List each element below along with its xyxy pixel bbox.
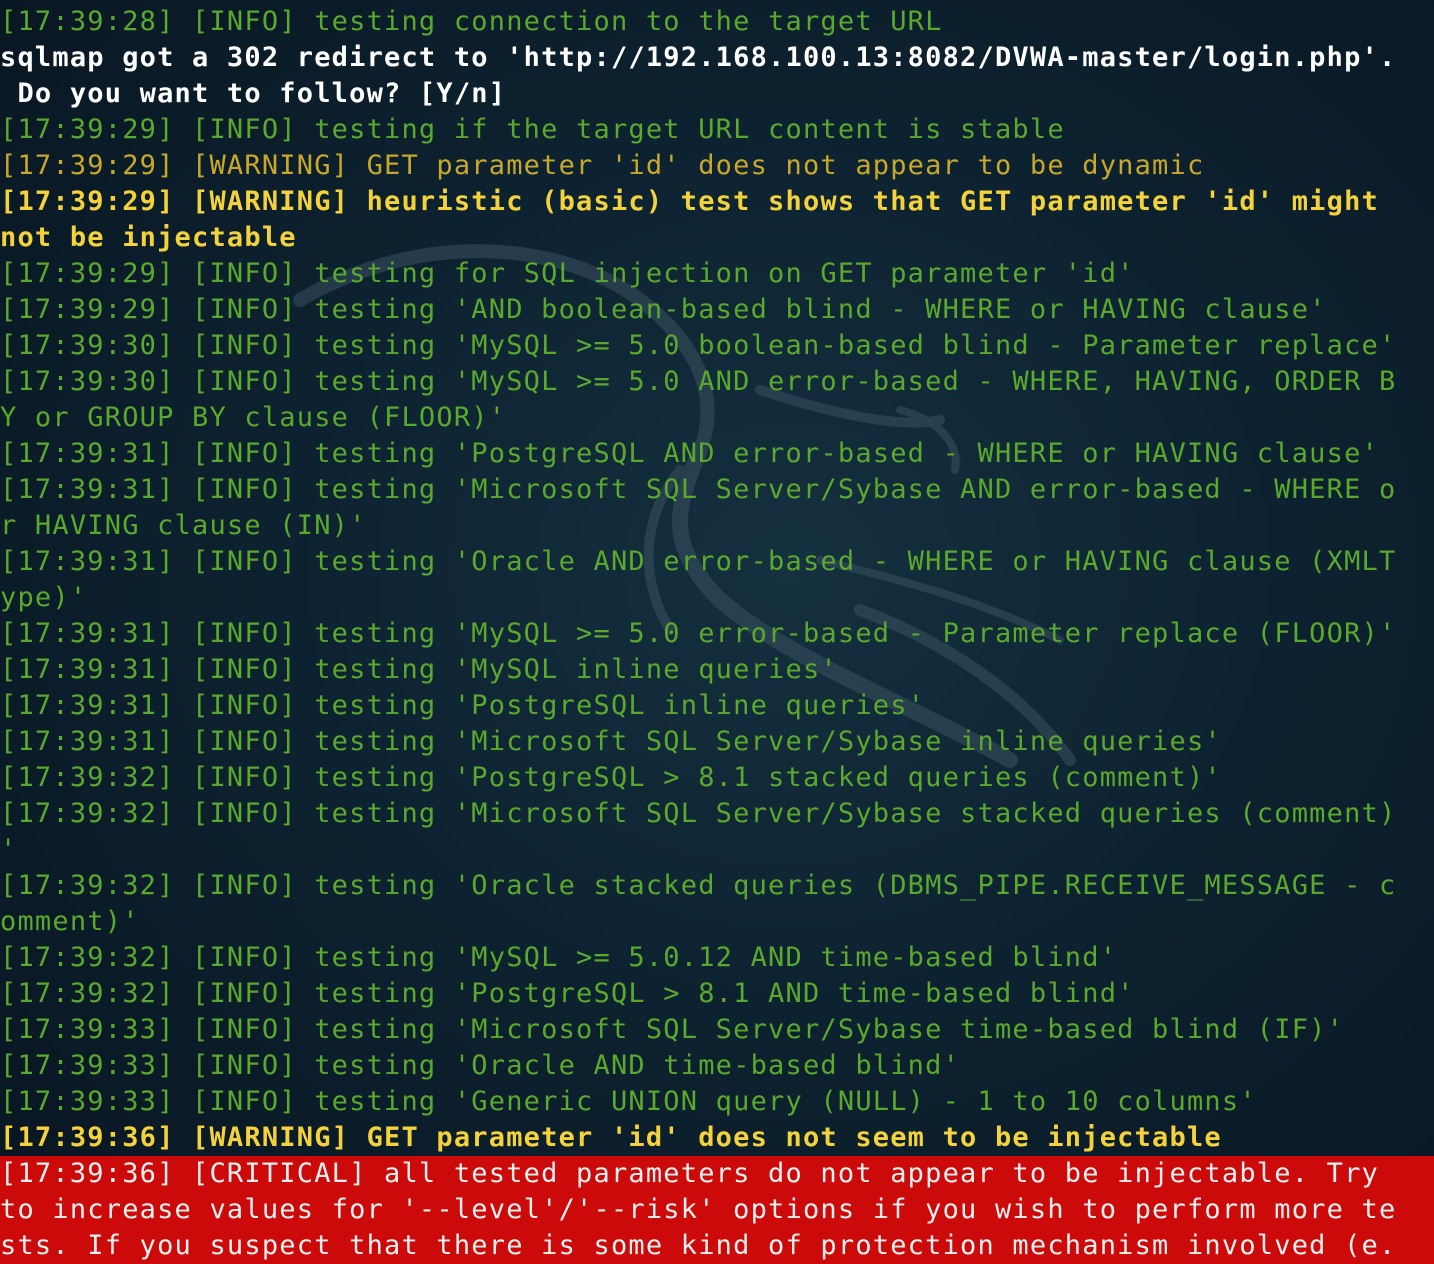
prompt-line: sqlmap got a 302 redirect to 'http://192… bbox=[0, 42, 1397, 73]
warning-log-line: [17:39:29] [WARNING] GET parameter 'id' … bbox=[0, 150, 1205, 181]
info-log-line: [17:39:33] [INFO] testing 'Oracle AND ti… bbox=[0, 1050, 961, 1081]
critical-log-line: [17:39:36] [CRITICAL] all tested paramet… bbox=[0, 1156, 1434, 1192]
info-log-line: ype)' bbox=[0, 582, 88, 613]
warning-log-line: [17:39:36] [WARNING] GET parameter 'id' … bbox=[0, 1122, 1222, 1153]
critical-log-line: to increase values for '--level'/'--risk… bbox=[0, 1192, 1434, 1228]
info-log-line: [17:39:31] [INFO] testing 'Microsoft SQL… bbox=[0, 726, 1222, 757]
info-log-line: [17:39:31] [INFO] testing 'PostgreSQL AN… bbox=[0, 438, 1379, 469]
terminal-window[interactable]: [17:39:28] [INFO] testing connection to … bbox=[0, 0, 1434, 1264]
terminal-output: [17:39:28] [INFO] testing connection to … bbox=[0, 4, 1434, 1264]
info-log-line: [17:39:32] [INFO] testing 'MySQL >= 5.0.… bbox=[0, 942, 1118, 973]
info-log-line: [17:39:31] [INFO] testing 'MySQL >= 5.0 … bbox=[0, 618, 1397, 649]
info-log-line: omment)' bbox=[0, 906, 140, 937]
info-log-line: [17:39:29] [INFO] testing if the target … bbox=[0, 114, 1065, 145]
info-log-line: [17:39:30] [INFO] testing 'MySQL >= 5.0 … bbox=[0, 330, 1397, 361]
info-log-line: Y or GROUP BY clause (FLOOR)' bbox=[0, 402, 507, 433]
info-log-line: r HAVING clause (IN)' bbox=[0, 510, 367, 541]
info-log-line: [17:39:32] [INFO] testing 'Microsoft SQL… bbox=[0, 798, 1397, 829]
info-log-line: [17:39:31] [INFO] testing 'Microsoft SQL… bbox=[0, 474, 1397, 505]
critical-log-line: sts. If you suspect that there is some k… bbox=[0, 1228, 1434, 1264]
info-log-line: [17:39:33] [INFO] testing 'Generic UNION… bbox=[0, 1086, 1257, 1117]
info-log-line: [17:39:31] [INFO] testing 'MySQL inline … bbox=[0, 654, 838, 685]
info-log-line: [17:39:31] [INFO] testing 'PostgreSQL in… bbox=[0, 690, 926, 721]
warning-log-line: [17:39:29] [WARNING] heuristic (basic) t… bbox=[0, 186, 1379, 217]
info-log-line: [17:39:29] [INFO] testing for SQL inject… bbox=[0, 258, 1135, 289]
info-log-line: ' bbox=[0, 834, 18, 865]
info-log-line: [17:39:30] [INFO] testing 'MySQL >= 5.0 … bbox=[0, 366, 1397, 397]
info-log-line: [17:39:32] [INFO] testing 'Oracle stacke… bbox=[0, 870, 1397, 901]
info-log-line: [17:39:32] [INFO] testing 'PostgreSQL > … bbox=[0, 978, 1135, 1009]
info-log-line: [17:39:33] [INFO] testing 'Microsoft SQL… bbox=[0, 1014, 1345, 1045]
info-log-line: [17:39:28] [INFO] testing connection to … bbox=[0, 6, 943, 37]
info-log-line: [17:39:29] [INFO] testing 'AND boolean-b… bbox=[0, 294, 1327, 325]
prompt-line: Do you want to follow? [Y/n] bbox=[0, 78, 507, 109]
info-log-line: [17:39:32] [INFO] testing 'PostgreSQL > … bbox=[0, 762, 1222, 793]
warning-log-line: not be injectable bbox=[0, 222, 297, 253]
info-log-line: [17:39:31] [INFO] testing 'Oracle AND er… bbox=[0, 546, 1397, 577]
